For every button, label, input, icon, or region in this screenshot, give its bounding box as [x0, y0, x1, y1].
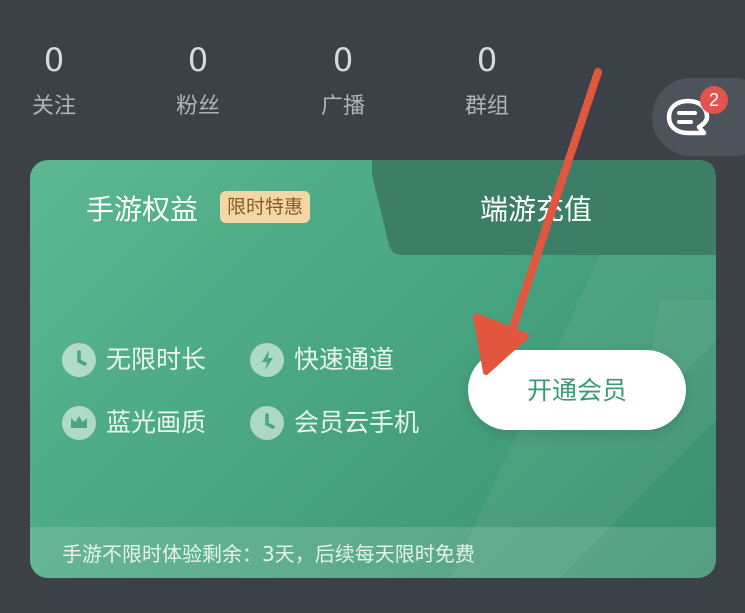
stat-groups[interactable]: 0 群组: [442, 40, 532, 122]
trial-remaining-text: 手游不限时体验剩余：3天，后续每天限时免费: [62, 542, 475, 566]
feature-cloud-phone-label: 会员云手机: [294, 408, 420, 437]
lightning-icon: [250, 343, 284, 377]
feature-unlimited-time-label: 无限时长: [106, 345, 207, 374]
member-benefits-screen: 0 关注 0 粉丝 0 广播 0 群组 2 手游权益 限时特惠 端游充值 无限时…: [0, 0, 745, 613]
tab-mobile-game-benefits[interactable]: 手游权益: [86, 188, 198, 228]
stat-fans-count: 0: [187, 41, 209, 79]
feature-cloud-phone: 会员云手机: [250, 403, 450, 443]
stat-broadcast[interactable]: 0 广播: [298, 40, 388, 122]
phone-icon: [250, 406, 284, 440]
clock-icon: [62, 343, 96, 377]
stat-groups-count: 0: [476, 41, 498, 79]
message-count-badge: 2: [700, 86, 728, 114]
stat-following-label: 关注: [31, 94, 76, 119]
feature-bluray-quality: 蓝光画质: [62, 403, 242, 443]
stat-fans-label: 粉丝: [175, 94, 220, 119]
feature-fast-lane-label: 快速通道: [294, 345, 395, 374]
stat-following-count: 0: [43, 41, 65, 79]
feature-fast-lane: 快速通道: [250, 340, 430, 380]
stat-broadcast-count: 0: [332, 41, 354, 79]
limited-offer-badge: 限时特惠: [220, 191, 311, 223]
stat-broadcast-label: 广播: [320, 94, 365, 119]
feature-bluray-quality-label: 蓝光画质: [106, 408, 207, 437]
stat-groups-label: 群组: [464, 94, 509, 119]
tab-pc-game-recharge[interactable]: 端游充值: [480, 188, 592, 228]
stat-fans[interactable]: 0 粉丝: [153, 40, 243, 122]
crown-icon: [62, 406, 96, 440]
open-membership-button[interactable]: 开通会员: [468, 350, 686, 430]
feature-unlimited-time: 无限时长: [62, 340, 242, 380]
stat-following[interactable]: 0 关注: [9, 40, 99, 122]
